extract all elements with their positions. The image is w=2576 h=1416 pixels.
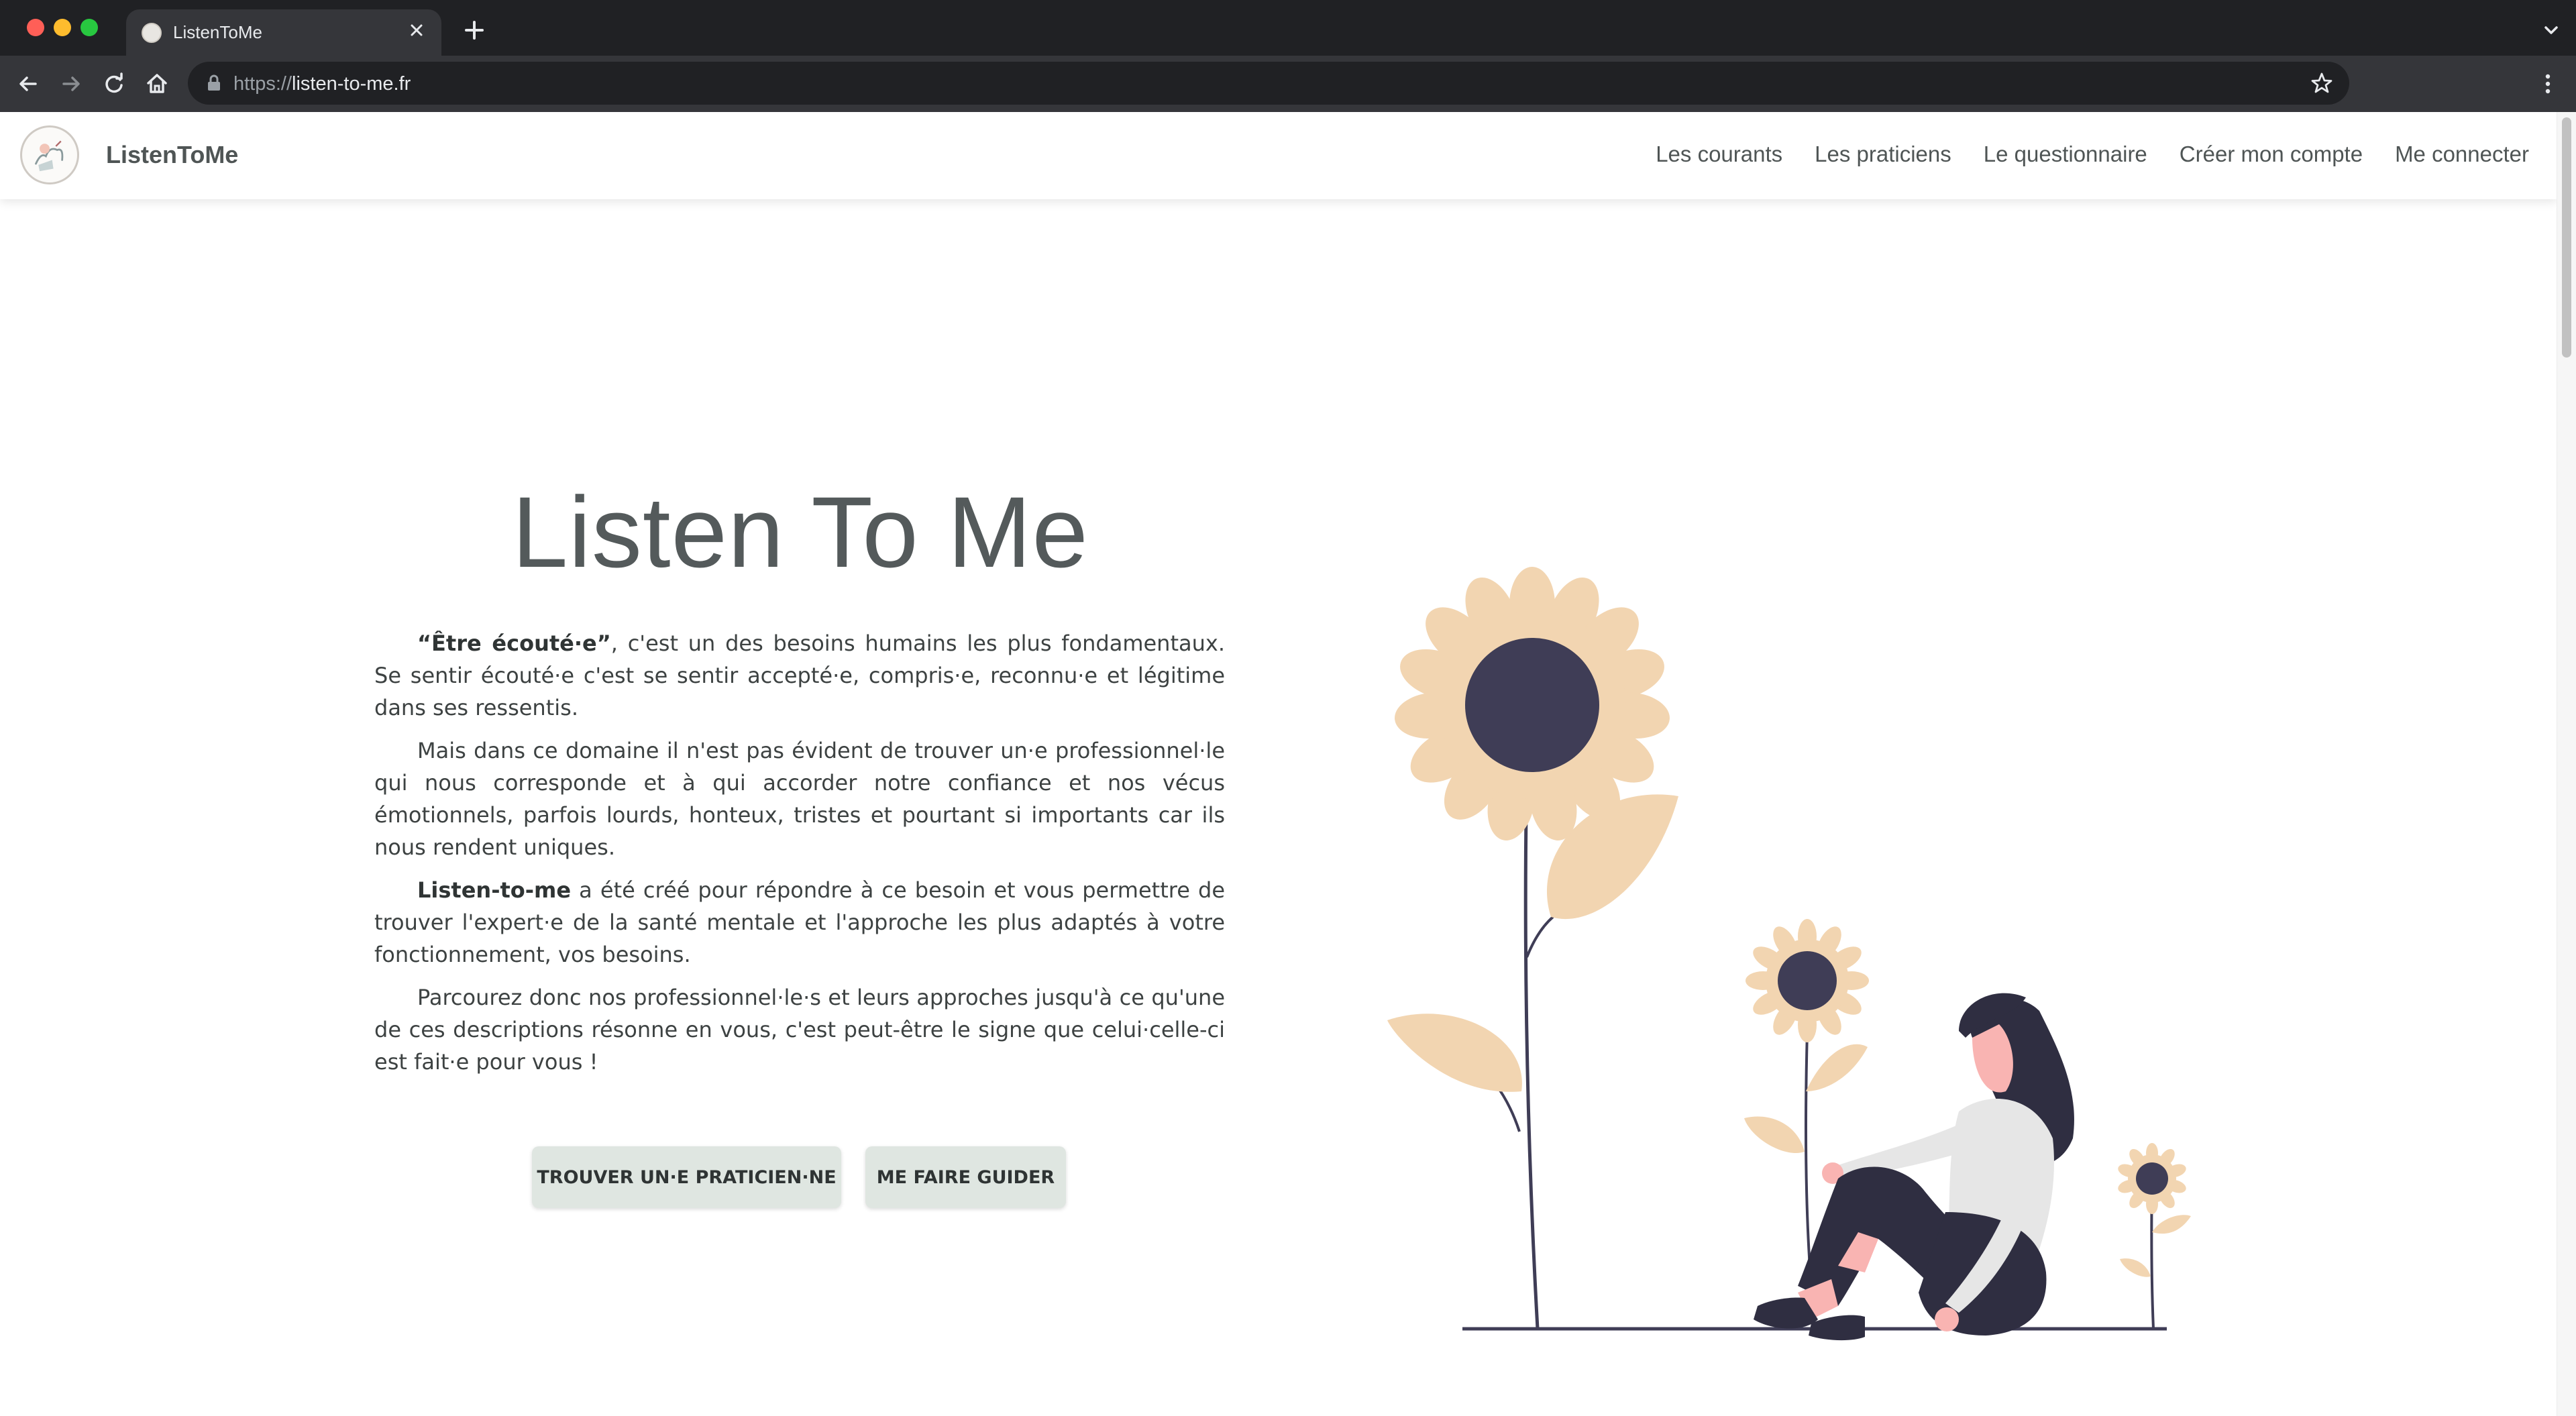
nav-link-praticiens[interactable]: Les praticiens xyxy=(1815,142,1951,167)
address-bar[interactable]: https://listen-to-me.fr xyxy=(188,62,2349,105)
scrollbar-thumb[interactable] xyxy=(2562,117,2571,358)
close-tab-icon[interactable] xyxy=(405,19,428,42)
url-host: listen-to-me.fr xyxy=(292,73,411,95)
url-scheme: https:// xyxy=(233,73,292,95)
tab-title: ListenToMe xyxy=(173,22,262,42)
nav-link-questionnaire[interactable]: Le questionnaire xyxy=(1984,142,2147,167)
browser-toolbar: https://listen-to-me.fr xyxy=(0,56,2576,112)
hero-paragraph: Parcourez donc nos professionnel·le·s et… xyxy=(374,985,1225,1075)
home-icon[interactable] xyxy=(142,69,172,99)
guide-me-button[interactable]: ME FAIRE GUIDER xyxy=(865,1146,1066,1208)
hero-title: Listen To Me xyxy=(512,476,1089,588)
hero-paragraph-bold: Listen-to-me xyxy=(417,877,572,903)
nav-links: Les courants Les praticiens Le questionn… xyxy=(1656,142,2529,167)
lock-icon xyxy=(208,74,220,91)
find-practitioner-button[interactable]: TROUVER UN·E PRATICIEN·NE xyxy=(532,1146,841,1208)
nav-link-courants[interactable]: Les courants xyxy=(1656,142,1782,167)
hero-paragraph: Mais dans ce domaine il n'est pas éviden… xyxy=(374,738,1225,860)
back-arrow-icon[interactable] xyxy=(13,69,43,99)
brand-name[interactable]: ListenToMe xyxy=(106,141,238,169)
logo-illustration-icon xyxy=(24,129,75,180)
brand-logo[interactable] xyxy=(20,125,79,184)
forward-arrow-icon[interactable] xyxy=(56,69,86,99)
bookmark-star-icon[interactable] xyxy=(2309,70,2334,96)
new-tab-icon[interactable] xyxy=(463,19,486,42)
hero-description: “Être écouté·e”, c'est un des besoins hu… xyxy=(374,627,1225,1089)
url-text: https://listen-to-me.fr xyxy=(233,73,411,95)
sunflowers-woman-illustration xyxy=(1387,567,2191,1341)
minimize-window-button[interactable] xyxy=(54,19,71,36)
browser-menu-icon[interactable] xyxy=(2534,70,2561,97)
close-window-button[interactable] xyxy=(27,19,44,36)
nav-link-login[interactable]: Me connecter xyxy=(2395,142,2529,167)
chevron-down-icon[interactable] xyxy=(2541,20,2561,40)
hero-paragraph: Listen-to-me a été créé pour répondre à … xyxy=(374,874,1225,971)
browser-window: ListenToMe https://listen-to-me.fr Liste… xyxy=(0,0,2576,1416)
maximize-window-button[interactable] xyxy=(80,19,98,36)
reload-icon[interactable] xyxy=(99,69,129,99)
favicon-icon xyxy=(142,23,162,43)
nav-link-create-account[interactable]: Créer mon compte xyxy=(2180,142,2363,167)
site-navbar: ListenToMe Les courants Les praticiens L… xyxy=(0,112,2557,199)
page-scrollbar[interactable] xyxy=(2557,112,2576,1416)
page-viewport: ListenToMe Les courants Les praticiens L… xyxy=(0,112,2576,1416)
browser-tab[interactable]: ListenToMe xyxy=(126,9,441,56)
hero-paragraph: “Être écouté·e”, c'est un des besoins hu… xyxy=(374,627,1225,724)
hero-paragraph-bold: “Être écouté·e” xyxy=(417,631,611,656)
tab-strip: ListenToMe xyxy=(0,0,2576,56)
